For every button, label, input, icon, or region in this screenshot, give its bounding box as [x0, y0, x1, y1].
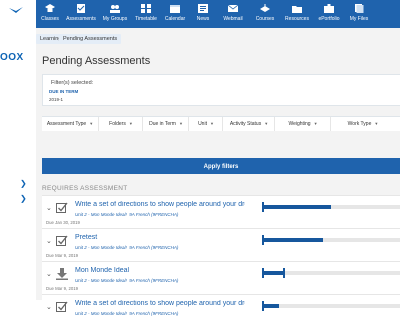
grid-icon — [141, 4, 151, 13]
assessment-meta: Unit 2 - Mon Monde Ideal! 9A French (9FR… — [75, 212, 179, 217]
group-icon — [110, 5, 120, 13]
assessment-row[interactable]: ⌄ Write a set of directions to show peop… — [42, 294, 400, 327]
dropdown-due-in-term[interactable]: Due in Term ▼ — [144, 117, 189, 131]
logo-text: OOX — [0, 52, 24, 63]
chevron-down-icon: ▼ — [128, 121, 133, 126]
nav-my-groups[interactable]: My Groups — [100, 0, 130, 28]
nav-my-files[interactable]: My Files — [346, 0, 372, 28]
chevron-down-icon: ▼ — [313, 121, 318, 126]
chevron-down-icon: ▼ — [209, 121, 214, 126]
courses-icon — [260, 4, 270, 12]
progress-marker — [262, 202, 264, 212]
progress-marker — [262, 235, 264, 245]
checkbox-icon — [56, 235, 68, 246]
nav-label: News — [196, 16, 210, 22]
dropdown-folders[interactable]: Folders ▼ — [100, 117, 143, 131]
dropdown-activity-status[interactable]: Activity Status ▼ — [224, 117, 275, 131]
filter-label: Filter(s) selected: — [51, 80, 94, 86]
news-icon — [198, 4, 208, 13]
nav-webmail[interactable]: Webmail — [220, 0, 246, 28]
breadcrumb: Learning Pending Assessments — [36, 28, 400, 46]
chevron-down-icon: ▼ — [89, 121, 94, 126]
chevron-down-icon: ▼ — [264, 121, 269, 126]
assessment-meta: Unit 2 - Mon Monde Ideal! 9A French (9FR… — [75, 311, 179, 316]
assessment-title[interactable]: Pretest — [75, 234, 245, 241]
apply-filters-button[interactable]: Apply filters — [42, 158, 400, 174]
portfolio-icon — [324, 4, 334, 13]
checkbox-icon — [56, 202, 68, 213]
assessment-meta: Unit 2 - Mon Monde Ideal! 9A French (9FR… — [75, 245, 179, 250]
page-title: Pending Assessments — [42, 55, 151, 67]
chevron-down-icon[interactable]: ⌄ — [46, 270, 52, 278]
chevron-right-icon[interactable]: ❯ — [20, 194, 27, 203]
due-date: Due Mar 9, 2019 — [46, 253, 79, 258]
chevron-right-icon[interactable]: ❯ — [20, 179, 27, 188]
filter-dropdowns: Assessment Type ▼ Folders ▼ Due in Term ▼ U… — [42, 116, 400, 131]
progress-bar — [262, 205, 400, 209]
checklist-icon — [77, 4, 85, 13]
nav-assessments[interactable]: Assessments — [64, 0, 98, 28]
nav-label: Calendar — [164, 16, 186, 22]
due-date: Due Mar 9, 2019 — [46, 286, 79, 291]
dropdown-unit[interactable]: Unit ▼ — [190, 117, 223, 131]
nav-timetable[interactable]: Timetable — [132, 0, 160, 28]
chevron-down-icon: ▼ — [178, 121, 183, 126]
main-content: Learning Pending Assessments Pending Ass… — [36, 28, 400, 327]
filter-summary: Filter(s) selected: DUE IN TERM 2019-1 — [42, 74, 400, 106]
progress-marker — [283, 268, 285, 278]
checkbox-icon — [56, 301, 68, 312]
assessment-meta: Unit 2 - Mon Monde Ideal! 9A French (9FR… — [75, 278, 179, 283]
chevron-down-icon[interactable]: ⌄ — [46, 237, 52, 245]
assessment-row[interactable]: ⌄ Mon Monde Ideal Unit 2 - Mon Monde Ide… — [42, 261, 400, 294]
dropdown-work-type[interactable]: Work Type ▼ — [332, 117, 394, 131]
dropdown-weighting[interactable]: Weighting ▼ — [276, 117, 331, 131]
nav-label: My Files — [349, 16, 369, 22]
download-icon — [56, 268, 68, 280]
nav-label: Courses — [255, 16, 275, 22]
chevron-down-icon[interactable]: ⌄ — [46, 204, 52, 212]
nav-label: Timetable — [135, 16, 157, 22]
folder-icon — [292, 6, 302, 13]
nav-calendar[interactable]: Calendar — [162, 0, 188, 28]
progress-marker — [262, 268, 264, 278]
mail-icon — [228, 4, 238, 12]
assessment-title[interactable]: Mon Monde Ideal — [75, 267, 245, 274]
nav-courses[interactable]: Courses — [252, 0, 278, 28]
chevron-down-icon[interactable]: ⌄ — [46, 303, 52, 311]
chevron-down-icon: ▼ — [374, 121, 379, 126]
nav-label: Assessments — [66, 16, 96, 22]
assessment-title[interactable]: Write a set of directions to show people… — [75, 300, 245, 307]
progress-marker — [262, 301, 264, 311]
files-icon — [355, 4, 364, 13]
nav-news[interactable]: News — [192, 0, 214, 28]
nav-label: ePortfolio — [318, 16, 340, 22]
assessment-row[interactable]: ⌄ Write a set of directions to show peop… — [42, 195, 400, 228]
dropdown-assessment-type[interactable]: Assessment Type ▼ — [42, 117, 99, 131]
logo-mark-icon — [9, 7, 23, 13]
filter-chip-value: 2019-1 — [49, 97, 64, 102]
nav-resources[interactable]: Resources — [282, 0, 312, 28]
top-navigation: Classes Assessments My Groups Timetable … — [36, 0, 400, 28]
progress-bar — [262, 304, 400, 308]
section-title: REQUIRES ASSESSMENT — [42, 185, 128, 192]
nav-label: Classes — [41, 16, 59, 22]
graduation-cap-icon — [45, 4, 55, 12]
assessment-title[interactable]: Write a set of directions to show people… — [75, 201, 245, 208]
nav-label: Webmail — [223, 16, 243, 22]
calendar-icon — [170, 5, 180, 13]
assessment-row[interactable]: ⌄ Pretest Unit 2 - Mon Monde Ideal! 9A F… — [42, 228, 400, 261]
sidebar: OOX ❯ ❯ — [0, 0, 37, 300]
breadcrumb-item-pending-assessments[interactable]: Pending Assessments — [59, 34, 122, 44]
nav-classes[interactable]: Classes — [38, 0, 62, 28]
progress-bar — [262, 238, 400, 242]
filter-chip-title: DUE IN TERM — [49, 89, 79, 94]
due-date: Due Jan 30, 2019 — [46, 220, 80, 225]
nav-label: Resources — [285, 16, 309, 22]
nav-label: My Groups — [102, 16, 128, 22]
nav-eportfolio[interactable]: ePortfolio — [314, 0, 344, 28]
